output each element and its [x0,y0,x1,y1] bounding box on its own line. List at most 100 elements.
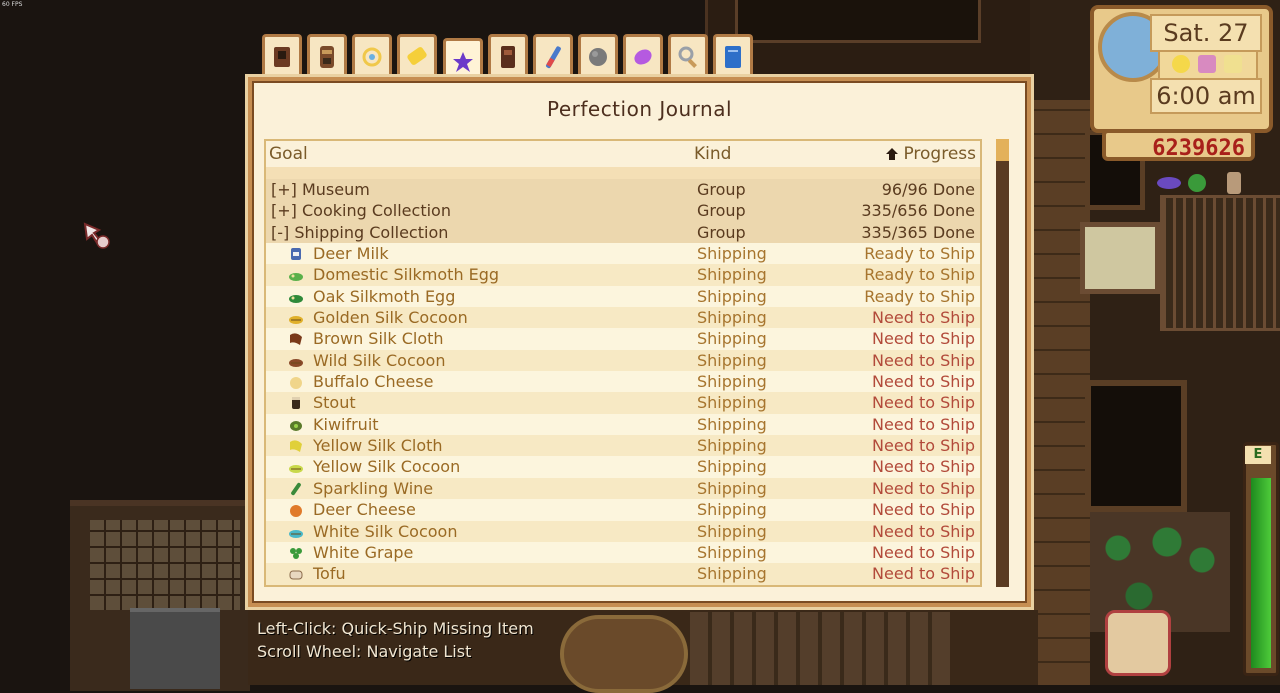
item-row[interactable]: White Silk Cocoon Shipping Need to Ship [266,520,980,542]
goal-name: Domestic Silkmoth Egg [313,265,500,285]
tab-book[interactable] [713,34,753,76]
energy-bar [1243,442,1279,676]
hint-scroll: Scroll Wheel: Navigate List [257,642,472,661]
goal-progress: Ready to Ship [864,265,975,285]
egg-icon [289,294,303,303]
dog-figure [1105,610,1171,676]
goal-kind: Shipping [697,521,767,541]
scrollbar-thumb[interactable] [996,139,1009,161]
goal-name: Oak Silkmoth Egg [313,286,456,306]
geode-icon [589,47,607,66]
goal-progress: 335/365 Done [861,222,975,242]
item-row[interactable]: White Grape Shipping Need to Ship [266,541,980,564]
goal-name: Deer Milk [313,244,389,264]
goal-name: [+] Cooking Collection [271,201,451,221]
goal-name: [+] Museum [271,180,370,199]
item-row[interactable]: Deer Milk Shipping Ready to Ship [266,243,980,265]
tv-icon [274,46,290,67]
cheese-icon [290,377,302,390]
item-row[interactable]: Wild Silk Cocoon Shipping Need to Ship [266,349,980,372]
tab-totem[interactable] [307,34,347,76]
fps-counter: 60 FPS [2,1,23,8]
item-row[interactable]: Domestic Silkmoth Egg Shipping Ready to Sh… [266,264,980,286]
goal-kind: Shipping [697,265,767,285]
goal-progress: Need to Ship [872,350,975,370]
column-kind[interactable]: Kind [694,144,731,164]
buff-icons [1157,172,1241,194]
goal-progress: Need to Ship [872,500,975,520]
item-row[interactable]: Sparkling Wine Shipping Need to Ship [266,477,980,500]
tab-gem[interactable] [623,34,663,76]
group-row[interactable]: [+] Cooking Collection Group 335/656 Done [266,200,980,222]
tab-ring[interactable] [352,34,392,76]
cocoon-icon [289,465,303,474]
item-row[interactable]: Kiwifruit Shipping Need to Ship [266,413,980,436]
kiwi-icon [290,420,302,431]
scrollbar-track[interactable] [996,139,1009,587]
goal-kind: Shipping [697,414,767,434]
luck-icon [1224,55,1242,73]
item-row[interactable]: Golden Silk Cocoon Shipping Need to Ship [266,307,980,329]
tab-wand[interactable] [533,34,573,76]
goal-list: [+] Museum Group 96/96 Done [+] Cooking Col… [266,179,980,585]
group-row[interactable]: [-] Shipping Collection Group 335/365 Done [266,221,980,244]
item-row[interactable]: Yellow Silk Cocoon Shipping Need to Ship [266,456,980,478]
item-row[interactable]: Tofu Shipping Need to Ship [266,563,980,585]
goal-progress: 96/96 Done [881,180,975,199]
group-row[interactable]: [+] Museum Group 96/96 Done [266,179,980,201]
tab-geode[interactable] [578,34,618,76]
item-row[interactable]: Oak Silkmoth Egg Shipping Ready to Ship [266,285,980,308]
painting [1080,222,1160,294]
buff-bar [1155,170,1275,196]
grape-icon [290,547,302,559]
sort-arrow-icon [886,148,899,160]
goal-kind: Shipping [697,436,767,456]
tofu-icon [289,570,303,580]
energy-fill [1251,478,1271,668]
goal-kind: Shipping [697,329,767,349]
goal-progress: 335/656 Done [861,201,975,221]
item-row[interactable]: Yellow Silk Cloth Shipping Need to Ship [266,435,980,457]
sun-icon [1172,55,1190,73]
goal-name: Yellow Silk Cocoon [313,457,461,477]
date-display: Sat. 27 [1150,14,1262,52]
bottle-icon [291,482,301,495]
goal-progress: Need to Ship [872,436,975,456]
column-goal[interactable]: Goal [269,144,308,164]
goal-kind: Shipping [697,286,767,306]
goal-kind: Group [697,201,746,221]
tab-search[interactable] [668,34,708,76]
item-row[interactable]: Buffalo Cheese Shipping Need to Ship [266,371,980,393]
goal-kind: Shipping [697,393,767,413]
tab-cabinet[interactable] [488,34,528,76]
column-progress-label: Progress [903,144,976,164]
goal-progress: Ready to Ship [864,244,975,264]
stardrop-icon [453,51,473,72]
item-row[interactable]: Deer Cheese Shipping Need to Ship [266,499,980,521]
goal-progress: Need to Ship [872,521,975,541]
goal-progress: Need to Ship [872,393,975,413]
goal-kind: Shipping [697,244,767,264]
item-row[interactable]: Brown Silk Cloth Shipping Need to Ship [266,328,980,350]
weather-display [1158,50,1258,80]
journal-title: Perfection Journal [546,97,733,121]
tab-tv[interactable] [262,34,302,76]
tab-ticket[interactable] [397,34,437,76]
column-progress[interactable]: Progress [885,144,976,164]
season-icon [1198,55,1216,73]
item-row[interactable]: Stout Shipping Need to Ship [266,392,980,414]
goal-name: Stout [313,393,356,413]
goal-kind: Shipping [697,500,767,520]
goal-name: Tofu [313,564,346,584]
goal-kind: Group [697,180,746,199]
kitchen-counter [690,612,950,685]
goal-progress: Need to Ship [872,414,975,434]
mug-icon [292,397,300,410]
goal-progress: Need to Ship [872,372,975,392]
top-wall-inner [735,0,981,43]
rug [560,615,688,693]
book-icon [725,45,741,68]
goal-kind: Shipping [697,478,767,498]
goal-name: Deer Cheese [313,500,416,520]
goal-progress: Need to Ship [872,308,975,328]
